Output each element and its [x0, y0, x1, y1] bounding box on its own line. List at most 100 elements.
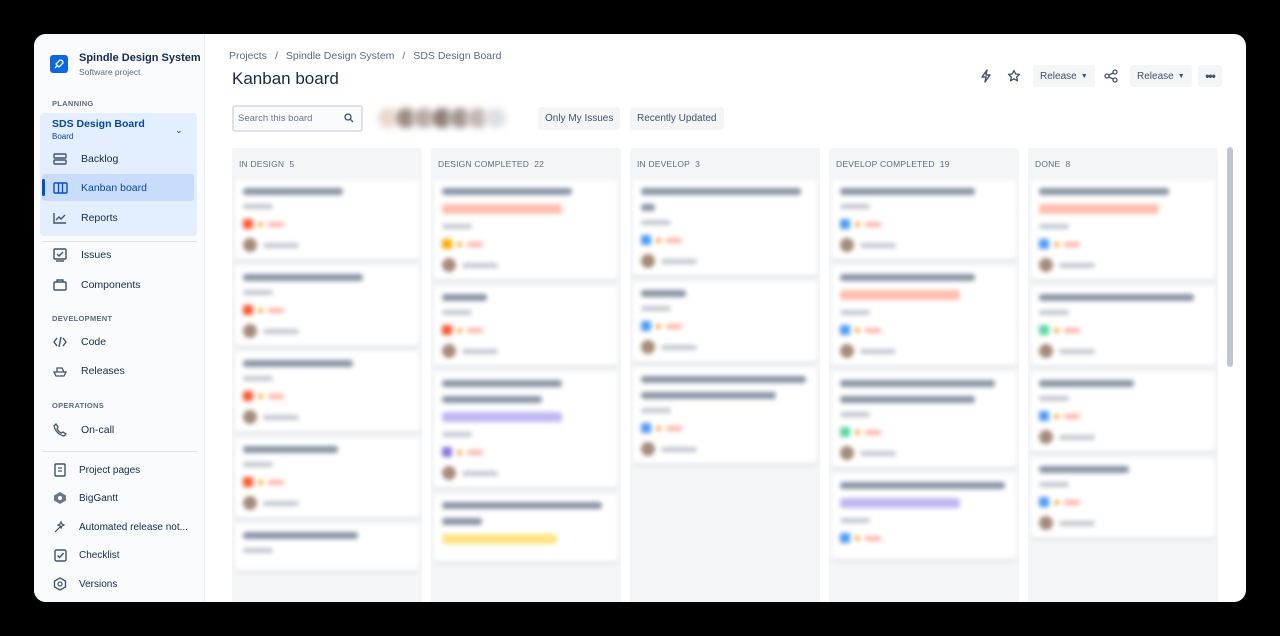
issue-card[interactable] [1031, 372, 1215, 452]
section-planning: PLANNING [52, 99, 94, 108]
sidebar-item-on-call[interactable]: On-call [52, 421, 114, 439]
issue-card[interactable] [235, 524, 419, 571]
breadcrumb-board[interactable]: SDS Design Board [413, 50, 501, 62]
column-title: DEVELOP COMPLETED [836, 159, 935, 169]
issue-card[interactable] [633, 282, 817, 362]
sidebar-item-project-pages[interactable]: Project pages [52, 461, 140, 479]
issue-card[interactable] [832, 180, 1016, 260]
divider [42, 241, 197, 242]
search-input[interactable]: Search this board [232, 105, 363, 132]
issue-card[interactable] [1031, 180, 1215, 280]
pages-icon [52, 462, 68, 478]
board-column: IN DESIGN 5 [232, 148, 422, 602]
column-header: DONE 8 [1035, 159, 1070, 169]
board-sub: Board [52, 132, 74, 141]
versions-icon [52, 576, 68, 592]
share-icon[interactable] [1100, 65, 1122, 87]
issue-card[interactable] [832, 474, 1016, 560]
issue-card[interactable] [434, 494, 618, 562]
issue-card[interactable] [434, 372, 618, 488]
issue-card[interactable] [235, 438, 419, 518]
sidebar-item-label: Reports [81, 212, 118, 224]
search-placeholder: Search this board [238, 113, 313, 124]
breadcrumb-separator: / [402, 50, 406, 62]
sidebar-item-automated-release-notes[interactable]: Automated release not... [52, 518, 188, 536]
column-count: 8 [1065, 159, 1071, 169]
sidebar-item-releases[interactable]: Releases [52, 362, 125, 380]
column-title: DESIGN COMPLETED [438, 159, 530, 169]
issue-card[interactable] [633, 180, 817, 276]
scrollbar[interactable] [1227, 147, 1233, 367]
breadcrumb: Projects / Spindle Design System / SDS D… [229, 50, 501, 62]
sidebar-item-code[interactable]: Code [52, 333, 106, 351]
automation-icon [52, 519, 68, 535]
backlog-icon [52, 151, 68, 167]
sidebar-item-label: BigGantt [79, 492, 118, 504]
page-title: Kanban board [232, 69, 339, 88]
issue-card[interactable] [1031, 286, 1215, 366]
recently-updated-filter[interactable]: Recently Updated [630, 107, 724, 130]
sidebar-item-label: Versions [79, 578, 118, 590]
issue-card[interactable] [434, 286, 618, 366]
issue-card[interactable] [1031, 458, 1215, 538]
sidebar-item-components[interactable]: Components [52, 276, 141, 294]
code-icon [52, 334, 68, 350]
rocket-icon [50, 55, 68, 73]
column-header: DESIGN COMPLETED 22 [438, 159, 544, 169]
issue-card[interactable] [235, 352, 419, 432]
chevron-down-icon: ▼ [1177, 72, 1185, 80]
issue-card[interactable] [434, 180, 618, 280]
release-menu-button[interactable]: Release ▼ [1130, 65, 1192, 87]
column-count: 5 [289, 159, 295, 169]
more-actions-button[interactable]: ••• [1198, 65, 1222, 87]
sidebar-item-versions[interactable]: Versions [52, 575, 117, 593]
active-nav-indicator [42, 179, 45, 196]
breadcrumb-projects[interactable]: Projects [229, 50, 267, 62]
sidebar-item-label: Issues [81, 249, 112, 261]
card-list [235, 180, 419, 577]
more-icon: ••• [1205, 69, 1216, 83]
sidebar-item-checklist[interactable]: Checklist [52, 546, 120, 564]
search-icon [344, 113, 354, 126]
sidebar-item-backlog[interactable]: Backlog [52, 150, 118, 168]
app-window: Spindle Design System Software project P… [34, 34, 1246, 602]
only-my-issues-filter[interactable]: Only My Issues [538, 107, 621, 130]
sidebar-item-biggantt[interactable]: BigGantt [52, 489, 118, 507]
oncall-icon [52, 422, 68, 438]
issue-card[interactable] [832, 266, 1016, 366]
divider [42, 451, 197, 452]
sidebar-item-label: Releases [81, 365, 125, 377]
checklist-icon [52, 547, 68, 563]
column-title: IN DEVELOP [637, 159, 691, 169]
issue-card[interactable] [235, 180, 419, 260]
assignee-avatars[interactable] [376, 106, 508, 130]
components-icon [52, 277, 68, 293]
biggantt-icon [52, 490, 68, 506]
breadcrumb-separator: / [274, 50, 278, 62]
release-dropdown-button[interactable]: Release ▼ [1033, 65, 1095, 87]
avatar[interactable] [484, 106, 508, 130]
card-list [633, 180, 817, 470]
sidebar-item-issues[interactable]: Issues [52, 246, 111, 264]
sidebar: Spindle Design System Software project P… [34, 34, 205, 602]
sidebar-item-label: On-call [81, 424, 115, 436]
issue-card[interactable] [235, 266, 419, 346]
issue-card[interactable] [832, 372, 1016, 468]
project-type: Software project [79, 67, 141, 77]
star-icon[interactable] [1003, 65, 1025, 87]
issue-card[interactable] [633, 368, 817, 464]
lightning-icon[interactable] [975, 65, 997, 87]
column-header: IN DESIGN 5 [239, 159, 294, 169]
card-list [434, 180, 618, 568]
board-selector[interactable]: SDS Design Board Board [52, 118, 145, 141]
sidebar-item-kanban-board[interactable]: Kanban board [52, 179, 147, 197]
board-column: IN DEVELOP 3 [630, 148, 820, 602]
sidebar-item-reports[interactable]: Reports [52, 209, 118, 227]
sidebar-item-label: Project pages [79, 464, 141, 476]
release-label: Release [1137, 70, 1174, 82]
sidebar-item-label: Components [81, 279, 141, 291]
chevron-down-icon[interactable]: ⌄ [175, 125, 183, 136]
project-header[interactable]: Spindle Design System Software project [50, 52, 201, 77]
breadcrumb-project[interactable]: Spindle Design System [286, 50, 395, 62]
column-count: 3 [695, 159, 701, 169]
